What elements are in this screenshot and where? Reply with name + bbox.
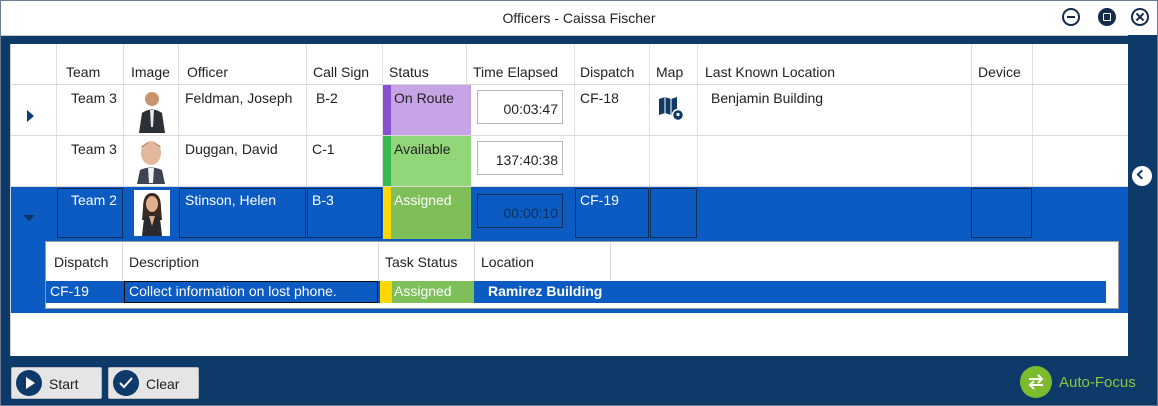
call-sign-cell: B-2 [316, 90, 338, 106]
map-pin-icon[interactable] [657, 95, 685, 128]
last-known-location-cell: Benjamin Building [711, 90, 824, 106]
dispatch-detail-grid: Dispatch Description Task Status Locatio… [45, 241, 1119, 309]
task-status-cell: Assigned [392, 281, 474, 303]
detail-header-dispatch[interactable]: Dispatch [54, 254, 108, 270]
column-header-time-elapsed[interactable]: Time Elapsed [473, 64, 558, 80]
play-icon [16, 370, 42, 396]
team-cell: Team 2 [71, 192, 117, 208]
table-row[interactable]: Team 3 Duggan, David C-1 Available 137:4… [11, 136, 1129, 187]
column-header-status[interactable]: Status [389, 64, 429, 80]
team-cell: Team 3 [71, 141, 117, 157]
checkmark-icon [113, 370, 139, 396]
start-button[interactable]: Start [11, 367, 102, 399]
status-indicator-bar [383, 85, 391, 135]
task-status-indicator-bar [380, 281, 392, 303]
column-header-device[interactable]: Device [978, 64, 1021, 80]
dispatch-cell[interactable]: CF-18 [580, 90, 619, 106]
auto-focus-label[interactable]: Auto-Focus [1059, 374, 1136, 391]
column-header-team[interactable]: Team [66, 64, 100, 80]
time-elapsed-cell: 137:40:38 [477, 141, 563, 175]
table-row-selected[interactable]: Team 2 Stinson, Helen B-3 Assigned 00:00… [11, 187, 1129, 239]
status-cell: Assigned [391, 187, 471, 239]
grid-header: Team Image Officer Call Sign Status Time… [11, 44, 1129, 85]
column-header-image[interactable]: Image [131, 64, 170, 80]
column-header-call-sign[interactable]: Call Sign [313, 64, 369, 80]
dispatch-detail-panel: Dispatch Description Task Status Locatio… [11, 239, 1129, 313]
side-panel [1128, 35, 1157, 357]
expand-arrow-icon[interactable] [27, 110, 34, 122]
window-title: Officers - Caissa Fischer [502, 10, 656, 26]
status-indicator-bar [383, 136, 391, 186]
call-sign-cell: B-3 [312, 192, 334, 208]
table-row[interactable]: Team 3 Feldman, Joseph B-2 On Route 00:0… [11, 85, 1129, 136]
time-elapsed-cell: 00:03:47 [477, 90, 563, 124]
auto-focus-icon[interactable] [1020, 366, 1052, 398]
detail-header-location[interactable]: Location [481, 254, 534, 270]
detail-description-cell: Collect information on lost phone. [129, 283, 337, 299]
column-header-dispatch[interactable]: Dispatch [580, 64, 634, 80]
clear-button[interactable]: Clear [108, 367, 199, 399]
expand-side-panel-icon[interactable] [1132, 166, 1152, 186]
officers-grid: Team Image Officer Call Sign Status Time… [10, 44, 1129, 356]
officer-photo [134, 87, 170, 133]
collapse-arrow-icon[interactable] [23, 215, 35, 221]
status-cell: Available [391, 136, 471, 186]
officer-photo [133, 138, 169, 184]
officer-photo [134, 190, 170, 236]
officer-name-cell: Feldman, Joseph [185, 90, 293, 106]
status-cell: On Route [391, 85, 471, 135]
bottom-toolbar: Start Clear [1, 357, 1157, 405]
column-header-officer[interactable]: Officer [187, 64, 228, 80]
status-indicator-bar [383, 187, 391, 239]
column-header-map[interactable]: Map [656, 64, 683, 80]
officer-name-cell: Stinson, Helen [185, 192, 277, 208]
dispatch-cell[interactable]: CF-19 [580, 192, 619, 208]
detail-header-description[interactable]: Description [129, 254, 199, 270]
title-bar: Officers - Caissa Fischer [1, 1, 1157, 36]
officer-name-cell: Duggan, David [185, 141, 278, 157]
time-elapsed-cell: 00:00:10 [477, 194, 563, 228]
call-sign-cell: C-1 [312, 141, 335, 157]
detail-header-task-status[interactable]: Task Status [385, 254, 457, 270]
officers-window: Officers - Caissa Fischer Team Image Off… [0, 0, 1158, 406]
minimize-icon[interactable] [1062, 8, 1080, 26]
detail-dispatch-cell: CF-19 [50, 283, 89, 299]
team-cell: Team 3 [71, 90, 117, 106]
column-header-last-known-location[interactable]: Last Known Location [705, 64, 835, 80]
restore-icon[interactable] [1098, 8, 1116, 26]
detail-location-cell: Ramirez Building [488, 283, 603, 299]
detail-row[interactable]: CF-19 Collect information on lost phone.… [46, 281, 1106, 303]
close-icon[interactable] [1131, 8, 1149, 26]
